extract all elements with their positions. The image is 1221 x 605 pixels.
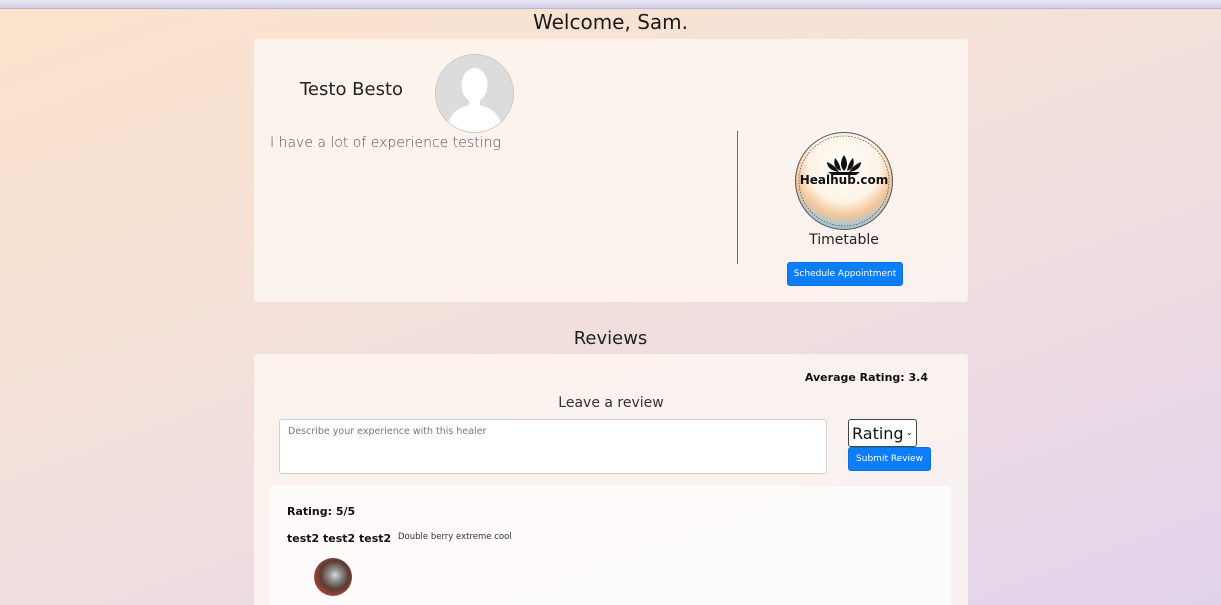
- timetable-label: Timetable: [809, 232, 879, 248]
- healer-name: Testo Besto: [300, 79, 404, 100]
- healer-avatar: [435, 54, 514, 133]
- reviews-heading: Reviews: [573, 328, 648, 349]
- review-rating: Rating: 5/5: [287, 505, 356, 518]
- healhub-logo: Healhub.com: [795, 132, 893, 230]
- logo-text: Healhub.com: [799, 173, 889, 187]
- welcome-heading: Welcome, Sam.: [533, 10, 688, 34]
- healer-bio: I have a lot of experience testing: [270, 135, 501, 151]
- healer-profile-card: Testo Besto I have a lot of experience t…: [254, 39, 968, 302]
- rating-dropdown-value: Rating: [852, 423, 904, 443]
- default-user-icon: [436, 55, 513, 132]
- vertical-divider: [737, 131, 738, 264]
- leave-review-heading: Leave a review: [558, 395, 664, 411]
- submit-review-button[interactable]: Submit Review: [848, 447, 931, 471]
- rating-dropdown[interactable]: Rating ⌄: [848, 419, 917, 447]
- review-list-item: Rating: 5/5 test2 test2 test2 Double ber…: [270, 486, 951, 605]
- average-rating: Average Rating: 3.4: [804, 371, 928, 384]
- chevron-down-icon: ⌄: [905, 428, 914, 438]
- reviewer-avatar: [314, 558, 352, 596]
- reviews-card: Average Rating: 3.4 Leave a review Ratin…: [254, 354, 968, 605]
- reviewer-name: test2 test2 test2: [287, 532, 392, 545]
- review-text-input[interactable]: [279, 419, 827, 474]
- review-text: Double berry extreme cool: [398, 532, 512, 542]
- schedule-appointment-button[interactable]: Schedule Appointment: [787, 262, 903, 286]
